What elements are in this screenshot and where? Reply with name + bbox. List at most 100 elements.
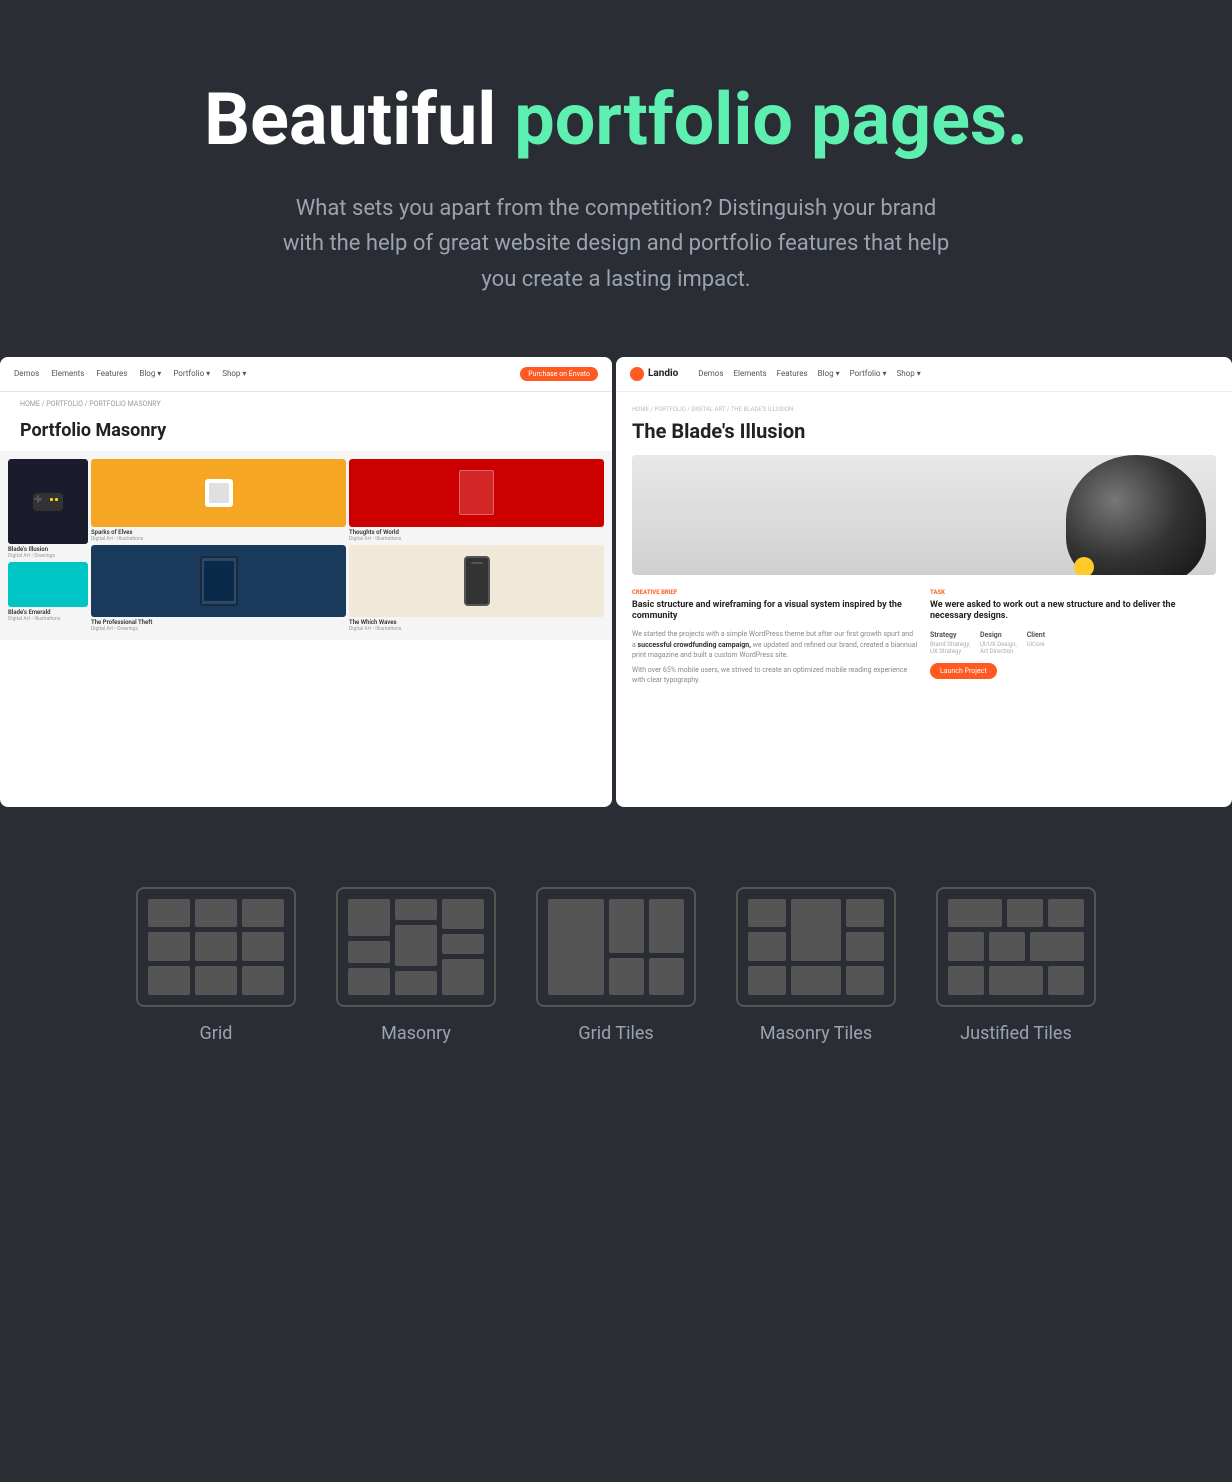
masonry-sub-1: Digital Art • Illustrations <box>8 616 88 622</box>
screenshots-section: Demos Elements Features Blog ▾ Portfolio… <box>0 357 1232 807</box>
masonry-sub-4: Digital Art • Illustrations <box>349 536 604 542</box>
masonry-tiles-icon <box>748 899 884 995</box>
blade-stat-design-value: UI/UX Design,Art Direction <box>980 641 1017 655</box>
blade-stat-client-label: Client <box>1027 631 1045 639</box>
blade-stat-strategy-value: Brand Strategy,UX Strategy <box>930 641 970 655</box>
m-icon-c3r3 <box>442 959 484 995</box>
grid-cell-1 <box>148 899 190 928</box>
portfolio-masonry-title: Portfolio Masonry <box>0 416 612 451</box>
blade-left-heading: Basic structure and wireframing for a vi… <box>632 600 918 623</box>
masonry-tiles-icon-box <box>736 887 896 1007</box>
masonry-item-phone: The Which Waves Digital Art • Illustrati… <box>349 545 604 632</box>
justified-tiles-icon <box>948 899 1084 995</box>
blade-two-col: CREATIVE BRIEF Basic structure and wiref… <box>632 589 1216 686</box>
purchase-btn[interactable]: Purchase on Envato <box>520 367 598 381</box>
blade-right-heading: We were asked to work out a new structur… <box>930 600 1216 623</box>
gt-cell-2 <box>649 899 684 954</box>
blade-hero-image <box>632 455 1216 575</box>
mt-big <box>791 899 841 961</box>
gt-big-cell <box>548 899 604 995</box>
m-icon-c3r2 <box>442 934 484 953</box>
jt-c1r1 <box>948 899 1002 928</box>
jt-row-3 <box>948 966 1084 995</box>
blade-nav-features[interactable]: Features <box>777 369 808 378</box>
mt-c3r1 <box>846 899 884 928</box>
masonry-grid: Blade's Illusion Digital Art • Drawings … <box>0 451 612 640</box>
nav-portfolio[interactable]: Portfolio ▾ <box>173 369 210 378</box>
blade-col-left: CREATIVE BRIEF Basic structure and wiref… <box>632 589 918 686</box>
m-icon-c1r2 <box>348 941 390 963</box>
m-icon-c1r1 <box>348 899 390 937</box>
launch-project-btn[interactable]: Launch Project <box>930 663 997 679</box>
nav-features[interactable]: Features <box>96 369 127 378</box>
subtitle: What sets you apart from the competition… <box>276 191 956 297</box>
nav-shop[interactable]: Shop ▾ <box>222 369 246 378</box>
mt-c2r3 <box>791 966 841 995</box>
blade-nav-demos[interactable]: Demos <box>698 369 723 378</box>
blade-nav-shop[interactable]: Shop ▾ <box>897 369 921 378</box>
blade-left-text-2: With over 65% mobile users, we strived t… <box>632 665 918 686</box>
gt-cell-1 <box>609 899 644 954</box>
blade-nav-portfolio[interactable]: Portfolio ▾ <box>850 369 887 378</box>
masonry-icon-box <box>336 887 496 1007</box>
jt-row-1 <box>948 899 1084 928</box>
browser-right: Landio Demos Elements Features Blog ▾ Po… <box>616 357 1232 807</box>
screenshot-masonry: Demos Elements Features Blog ▾ Portfolio… <box>0 357 616 807</box>
layout-type-masonry-tiles[interactable]: Masonry Tiles <box>736 887 896 1044</box>
mt-c1r2 <box>748 932 786 961</box>
blade-nav: Landio Demos Elements Features Blog ▾ Po… <box>616 357 1232 392</box>
nav-elements[interactable]: Elements <box>51 369 84 378</box>
jt-c1r3 <box>948 966 984 995</box>
masonry-col-0: Blade's Illusion Digital Art • Drawings … <box>8 459 88 632</box>
title-accent: portfolio pages. <box>514 77 1028 162</box>
grid-icon <box>148 899 284 995</box>
layout-type-grid[interactable]: Grid <box>136 887 296 1044</box>
grid-cell-2 <box>195 899 237 928</box>
screenshot-blade: Landio Demos Elements Features Blog ▾ Po… <box>616 357 1232 807</box>
browser-content-left: HOME / PORTFOLIO / PORTFOLIO MASONRY Por… <box>0 392 612 640</box>
masonry-label-2: Sparks of Elves <box>91 529 346 536</box>
blade-stat-strategy: Strategy Brand Strategy,UX Strategy <box>930 631 970 655</box>
masonry-icon <box>348 899 484 995</box>
layout-type-masonry[interactable]: Masonry <box>336 887 496 1044</box>
masonry-col-2: Thoughts of World Digital Art • Illustra… <box>349 459 604 632</box>
layout-type-grid-tiles[interactable]: Grid Tiles <box>536 887 696 1044</box>
masonry-tiles-label: Masonry Tiles <box>760 1023 872 1044</box>
jt-c3r2 <box>1030 932 1084 961</box>
blade-left-text: We started the projects with a simple Wo… <box>632 629 918 661</box>
nav-demos[interactable]: Demos <box>14 369 39 378</box>
masonry-label-0: Blade's Illusion <box>8 546 88 553</box>
masonry-label-1: Blade's Emerald <box>8 609 88 616</box>
grid-tiles-label: Grid Tiles <box>578 1023 653 1044</box>
justified-tiles-label: Justified Tiles <box>960 1023 1072 1044</box>
masonry-icon-col-1 <box>348 899 390 995</box>
blade-col-right: TASK We were asked to work out a new str… <box>930 589 1216 686</box>
layout-type-justified-tiles[interactable]: Justified Tiles <box>936 887 1096 1044</box>
browser-left: Demos Elements Features Blog ▾ Portfolio… <box>0 357 612 807</box>
masonry-item-tablet: The Professional Theft Digital Art • Dra… <box>91 545 346 632</box>
m-icon-c3r1 <box>442 899 484 930</box>
masonry-item-teal: Blade's Emerald Digital Art • Illustrati… <box>8 562 88 622</box>
blade-page-title: The Blade's Illusion <box>632 419 1216 443</box>
jt-c3r3 <box>1048 966 1084 995</box>
layout-types-section: Grid Maso <box>0 807 1232 1104</box>
masonry-sub-3: Digital Art • Drawings <box>91 626 346 632</box>
blade-nav-blog[interactable]: Blog ▾ <box>818 369 840 378</box>
title-plain: Beautiful <box>204 77 514 162</box>
jt-c3r1 <box>1048 899 1084 928</box>
nav-blog[interactable]: Blog ▾ <box>139 369 161 378</box>
grid-cell-7 <box>148 966 190 995</box>
blade-main: HOME / PORTFOLIO / DIGITAL ART / THE BLA… <box>616 392 1232 792</box>
jt-c1r2 <box>948 932 984 961</box>
blade-nav-elements[interactable]: Elements <box>734 369 767 378</box>
grid-cell-5 <box>195 932 237 961</box>
masonry-sub-0: Digital Art • Drawings <box>8 553 88 559</box>
jt-row-2 <box>948 932 1084 961</box>
blade-nav-items: Demos Elements Features Blog ▾ Portfolio… <box>698 369 920 378</box>
blade-right-tag: TASK <box>930 589 1216 596</box>
main-title: Beautiful portfolio pages. <box>120 80 1112 159</box>
blade-breadcrumb: HOME / PORTFOLIO / DIGITAL ART / THE BLA… <box>632 406 1216 413</box>
blade-stats: Strategy Brand Strategy,UX Strategy Desi… <box>930 631 1216 655</box>
nav-items-left: Demos Elements Features Blog ▾ Portfolio… <box>14 369 246 378</box>
mt-c3r3 <box>846 966 884 995</box>
